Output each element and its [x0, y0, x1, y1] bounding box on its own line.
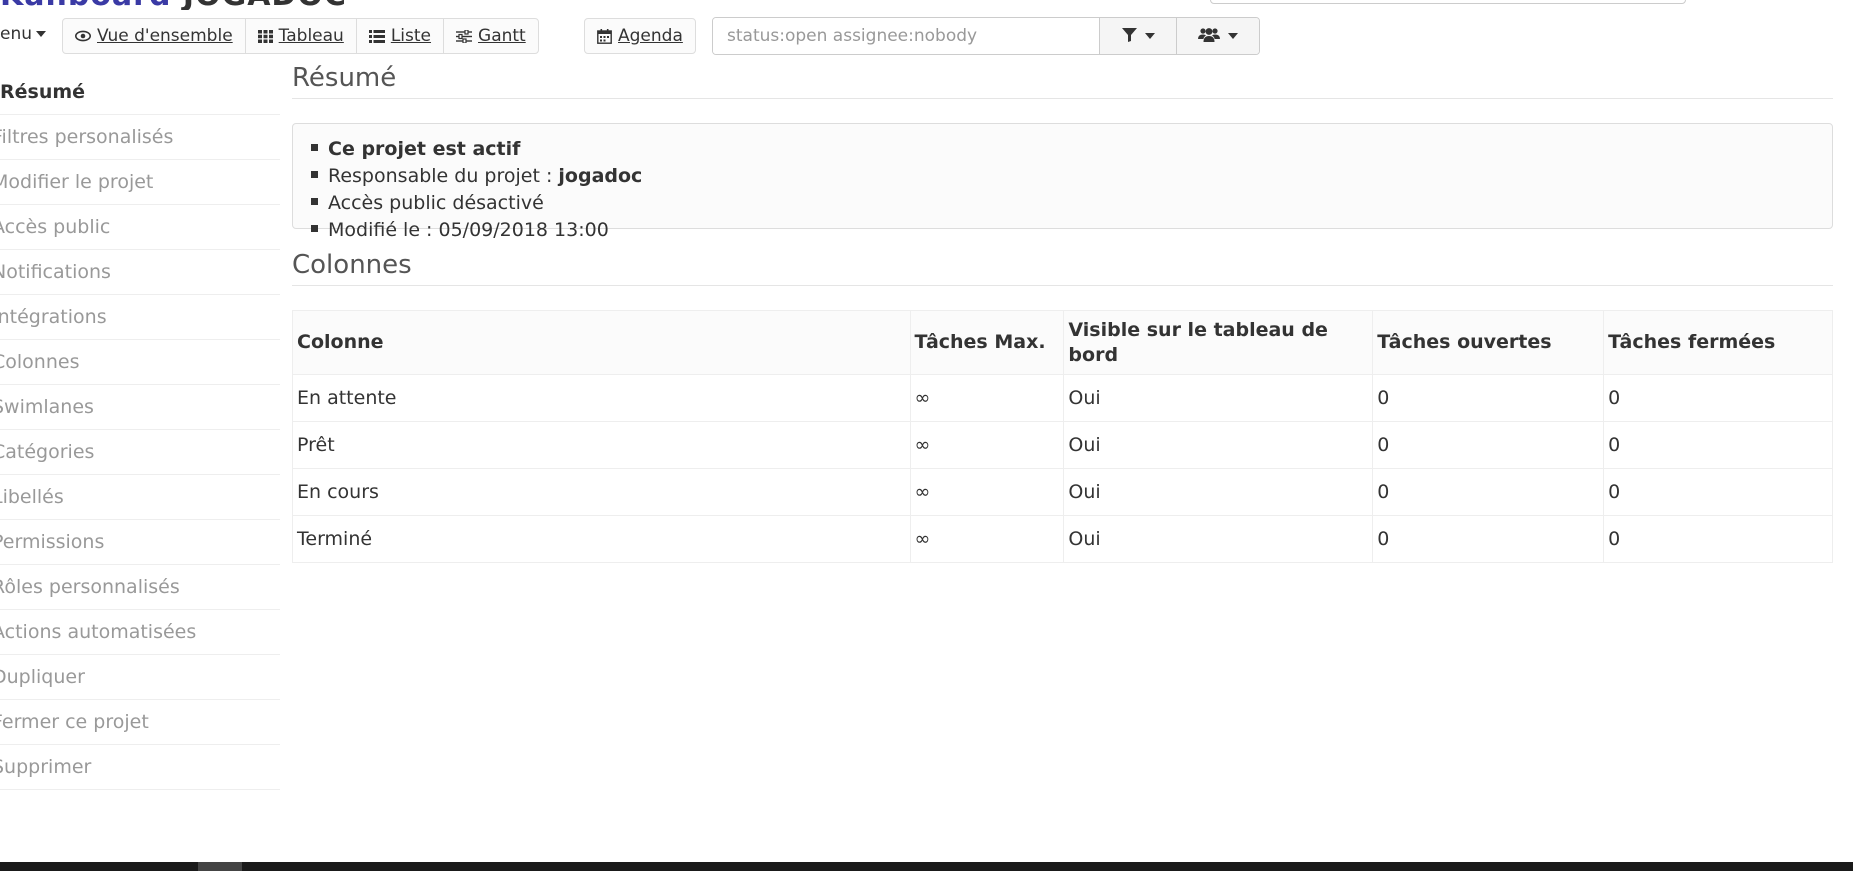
filter-icon: [1121, 27, 1137, 46]
cell-max-tasks: ∞: [909, 468, 1065, 516]
header-user-area: [1690, 0, 1853, 10]
table-row: Terminé ∞ Oui 0 0: [292, 515, 1833, 563]
sidebar-item-columns[interactable]: Colonnes: [0, 340, 280, 385]
cell-column-name: En attente: [292, 374, 911, 422]
sidebar-item-swimlanes[interactable]: Swimlanes: [0, 385, 280, 430]
summary-owner: Responsable du projet : jogadoc: [311, 163, 1814, 190]
view-overview-button[interactable]: Vue d'ensemble: [63, 19, 246, 53]
summary-status: Ce projet est actif: [311, 136, 1814, 163]
summary-owner-label: Responsable du projet :: [328, 165, 559, 187]
taskbar-item[interactable]: [198, 862, 242, 871]
sidebar-item-integrations[interactable]: Intégrations: [0, 295, 280, 340]
cell-column-name: Prêt: [292, 421, 911, 469]
view-board-label: Tableau: [278, 26, 344, 46]
sidebar-item-public-access[interactable]: Accès public: [0, 205, 280, 250]
summary-panel: Ce projet est actif Responsable du proje…: [292, 123, 1833, 241]
column-header-visible-dashboard: Visible sur le tableau de bord: [1063, 310, 1374, 375]
view-gantt-button[interactable]: Gantt: [444, 19, 538, 53]
table-row: En attente ∞ Oui 0 0: [292, 374, 1833, 422]
app-logo[interactable]: Kanboard JOGADOC: [0, 0, 347, 10]
sidebar-item-delete[interactable]: Supprimer: [0, 745, 280, 790]
main-content: Résumé Ce projet est actif Responsable d…: [292, 62, 1833, 563]
sliders-icon: [456, 29, 473, 43]
column-header-name: Colonne: [292, 310, 911, 375]
table-row: Prêt ∞ Oui 0 0: [292, 421, 1833, 469]
sidebar-item-categories[interactable]: Catégories: [0, 430, 280, 475]
caret-down-icon: [36, 31, 47, 37]
agenda-label: Agenda: [618, 26, 683, 46]
summary-owner-value: jogadoc: [558, 165, 643, 187]
sidebar-item-custom-roles[interactable]: Rôles personnalisés: [0, 565, 280, 610]
cell-closed-tasks: 0: [1603, 374, 1833, 422]
cell-open-tasks: 0: [1372, 374, 1605, 422]
list-icon: [368, 29, 385, 43]
grid-icon: [257, 29, 273, 43]
sidebar-item-notifications[interactable]: Notifications: [0, 250, 280, 295]
summary-status-text: Ce projet est actif: [328, 138, 521, 160]
cell-open-tasks: 0: [1372, 468, 1605, 516]
cell-column-name: En cours: [292, 468, 911, 516]
view-board-button[interactable]: Tableau: [246, 19, 357, 53]
project-settings-sidebar: Résumé Filtres personalisés Modifier le …: [0, 70, 280, 790]
cell-open-tasks: 0: [1372, 421, 1605, 469]
column-header-max-tasks: Tâches Max.: [909, 310, 1065, 375]
sidebar-item-duplicate[interactable]: Dupliquer: [0, 655, 280, 700]
columns-title: Colonnes: [292, 249, 1833, 286]
summary-public-access: Accès public désactivé: [311, 190, 1814, 217]
global-search-input[interactable]: [1210, 0, 1686, 4]
view-list-label: Liste: [390, 26, 432, 46]
view-list-button[interactable]: Liste: [357, 19, 445, 53]
sidebar-item-permissions[interactable]: Permissions: [0, 520, 280, 565]
cell-visible: Oui: [1063, 421, 1374, 469]
summary-public-access-text: Accès public désactivé: [328, 192, 544, 214]
users-icon: [1198, 27, 1220, 46]
logo-text: Kanboard: [0, 0, 171, 10]
table-row: En cours ∞ Oui 0 0: [292, 468, 1833, 516]
sidebar-item-tags[interactable]: Libellés: [0, 475, 280, 520]
calendar-icon: [597, 28, 612, 44]
view-switcher: Vue d'ensemble Tableau Liste Gantt: [62, 18, 539, 54]
project-menu-dropdown[interactable]: enu: [0, 24, 47, 44]
column-header-open-tasks: Tâches ouvertes: [1372, 310, 1605, 375]
cell-column-name: Terminé: [292, 515, 911, 563]
filter-dropdown-button[interactable]: [1099, 18, 1176, 54]
view-gantt-label: Gantt: [478, 26, 526, 46]
menu-label: enu: [0, 24, 33, 44]
caret-down-icon: [1228, 33, 1238, 39]
summary-list: Ce projet est actif Responsable du proje…: [311, 136, 1814, 244]
sidebar-item-close-project[interactable]: Fermer ce projet: [0, 700, 280, 745]
top-header: Kanboard JOGADOC: [0, 0, 1853, 10]
cell-max-tasks: ∞: [909, 374, 1065, 422]
user-filter-dropdown-button[interactable]: [1176, 18, 1259, 54]
cell-max-tasks: ∞: [909, 421, 1065, 469]
cell-visible: Oui: [1063, 468, 1374, 516]
sidebar-item-edit-project[interactable]: Modifier le projet: [0, 160, 280, 205]
cell-closed-tasks: 0: [1603, 421, 1833, 469]
sidebar-item-automatic-actions[interactable]: Actions automatisées: [0, 610, 280, 655]
summary-modified-text: Modifié le : 05/09/2018 13:00: [328, 219, 609, 241]
table-header-row: Colonne Tâches Max. Visible sur le table…: [292, 310, 1833, 375]
taskbar: [0, 862, 1853, 871]
agenda-button[interactable]: Agenda: [584, 18, 696, 54]
columns-table: Colonne Tâches Max. Visible sur le table…: [292, 310, 1833, 563]
summary-modified: Modifié le : 05/09/2018 13:00: [311, 217, 1814, 244]
caret-down-icon: [1144, 33, 1155, 39]
eye-icon: [75, 30, 91, 42]
column-header-closed-tasks: Tâches fermées: [1603, 310, 1833, 375]
project-name: JOGADOC: [183, 0, 347, 10]
cell-max-tasks: ∞: [909, 515, 1065, 563]
cell-closed-tasks: 0: [1603, 515, 1833, 563]
view-overview-label: Vue d'ensemble: [97, 26, 233, 46]
filter-bar: [712, 17, 1260, 55]
sidebar-item-custom-filters[interactable]: Filtres personalisés: [0, 115, 280, 160]
sidebar-item-summary[interactable]: Résumé: [0, 70, 280, 115]
cell-closed-tasks: 0: [1603, 468, 1833, 516]
summary-title: Résumé: [292, 62, 1833, 99]
filter-input[interactable]: [713, 18, 1099, 54]
cell-visible: Oui: [1063, 515, 1374, 563]
cell-open-tasks: 0: [1372, 515, 1605, 563]
cell-visible: Oui: [1063, 374, 1374, 422]
